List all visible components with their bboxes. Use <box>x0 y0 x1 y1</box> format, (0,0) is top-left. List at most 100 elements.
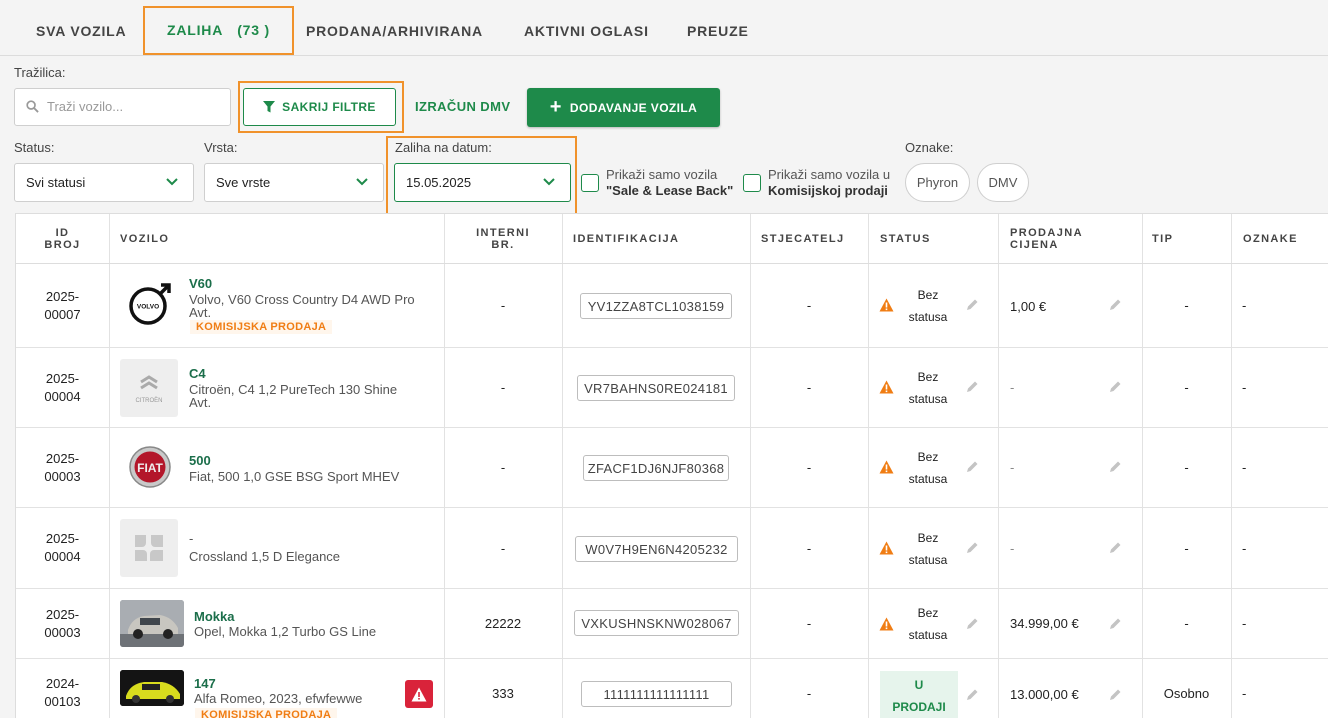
vehicle-title-link[interactable]: C4 <box>189 366 206 381</box>
sale-price: 34.999,00 € <box>1010 616 1079 631</box>
col-tags[interactable]: OZNAKE <box>1243 214 1328 264</box>
tab-takeovers[interactable]: PREUZE <box>687 8 749 54</box>
edit-pencil-icon[interactable] <box>965 541 979 555</box>
internal-number: 22222 <box>484 616 522 631</box>
col-acquirer[interactable]: STJECATELJ <box>761 214 861 264</box>
add-vehicle-label: DODAVANJE VOZILA <box>569 100 698 115</box>
vehicle-title-link[interactable]: - <box>189 531 193 546</box>
table-row[interactable]: 2025- 00004 - Crossland 1,5 D Elegance - … <box>16 508 1328 589</box>
edit-pencil-icon[interactable] <box>1108 541 1122 555</box>
col-id[interactable]: ID BROJ <box>16 214 109 264</box>
vehicle-photo <box>120 600 184 647</box>
vehicle-title-link[interactable]: V60 <box>189 276 212 291</box>
warning-icon <box>879 617 894 631</box>
vin-field[interactable]: 1111111111111111 <box>581 681 732 707</box>
dmv-calc-link[interactable]: IZRAČUN DMV <box>415 99 510 114</box>
vehicle-tags: - <box>1242 460 1247 475</box>
edit-pencil-icon[interactable] <box>965 298 979 312</box>
status-select[interactable]: Svi statusi <box>14 163 194 202</box>
tab-sold-archived[interactable]: PRODANA/ARHIVIRANA <box>306 8 483 54</box>
vin-field[interactable]: YV1ZZA8TCL1038159 <box>580 293 732 319</box>
col-status[interactable]: STATUS <box>880 214 990 264</box>
volvo-logo-icon: VOLVO <box>122 276 178 332</box>
alert-warning-icon[interactable] <box>405 680 433 708</box>
row-id: 2025- 00007 <box>44 288 81 322</box>
search-icon <box>26 100 39 113</box>
vehicle-title-link[interactable]: 500 <box>189 453 211 468</box>
sale-lease-label: Prikaži samo vozila "Sale & Lease Back" <box>606 167 734 198</box>
vin-field[interactable]: VR7BAHNS0RE024181 <box>577 375 735 401</box>
warning-icon <box>879 380 894 394</box>
acquirer: - <box>806 540 812 556</box>
edit-pencil-icon[interactable] <box>965 617 979 631</box>
status-text: Bez statusa <box>908 531 948 567</box>
vin-field[interactable]: VXKUSHNSKNW028067 <box>574 610 739 636</box>
tag-phyron-button[interactable]: Phyron <box>905 163 970 202</box>
tab-active-ads[interactable]: AKTIVNI OGLASI <box>524 8 649 54</box>
edit-pencil-icon[interactable] <box>1108 298 1122 312</box>
type-select-value: Sve vrste <box>216 175 271 190</box>
acquirer: - <box>806 298 812 313</box>
tag-dmv-button[interactable]: DMV <box>977 163 1029 202</box>
sale-price: 1,00 € <box>1010 299 1047 314</box>
table-row[interactable]: 2024- 00103 147 Alfa Romeo, 2023, efwfeww… <box>16 659 1328 718</box>
acquirer: - <box>806 460 812 475</box>
vehicle-title-link[interactable]: 147 <box>194 676 216 691</box>
sale-lease-checkbox[interactable] <box>581 174 599 192</box>
edit-pencil-icon[interactable] <box>1108 380 1122 394</box>
search-placeholder: Traži vozilo... <box>47 99 124 114</box>
status-badge: U PRODAJI <box>880 671 958 718</box>
sale-price: - <box>1010 460 1015 475</box>
hide-filters-button[interactable]: SAKRIJ FILTRE <box>243 88 396 126</box>
svg-text:VOLVO: VOLVO <box>137 304 159 311</box>
chevron-down-icon <box>543 178 555 186</box>
date-label: Zaliha na datum: <box>395 140 492 155</box>
type-label: Vrsta: <box>204 140 238 155</box>
internal-number: - <box>500 298 506 313</box>
vehicle-title-link[interactable]: Mokka <box>194 609 234 624</box>
row-id: 2025- 00003 <box>44 450 81 484</box>
type-select[interactable]: Sve vrste <box>204 163 384 202</box>
stock-date-select[interactable]: 15.05.2025 <box>394 163 571 202</box>
chevron-down-icon <box>356 178 368 186</box>
vehicle-tags: - <box>1242 540 1247 556</box>
internal-number: - <box>500 540 506 556</box>
col-internal[interactable]: INTERNI BR. <box>444 214 562 264</box>
edit-pencil-icon[interactable] <box>965 380 979 394</box>
tab-stock[interactable]: ZALIHA (73 ) <box>143 6 294 55</box>
vin-field[interactable]: W0V7H9EN6N4205232 <box>575 536 738 562</box>
acquirer: - <box>806 685 812 701</box>
internal-number: 333 <box>492 685 514 701</box>
col-price[interactable]: PRODAJNA CIJENA <box>1010 214 1140 264</box>
warning-icon <box>879 298 894 312</box>
table-row[interactable]: 2025- 00007 VOLVO V60 Volvo, V60 Cross Co… <box>16 264 1328 348</box>
edit-pencil-icon[interactable] <box>1108 617 1122 631</box>
sale-price: 13.000,00 € <box>1010 687 1079 702</box>
edit-pencil-icon[interactable] <box>965 460 979 474</box>
commission-label: Prikaži samo vozila u Komisijskoj prodaji <box>768 167 891 198</box>
table-row[interactable]: 2025- 00004 CITROËN C4 Citroën, C4 1,2 Pu… <box>16 348 1328 428</box>
status-text: Bez statusa <box>908 288 948 324</box>
vin-field[interactable]: ZFACF1DJ6NJF80368 <box>583 455 729 481</box>
vehicle-description: Fiat, 500 1,0 GSE BSG Sport MHEV <box>189 469 400 484</box>
col-vehicle[interactable]: VOZILO <box>120 214 440 264</box>
vehicle-type: - <box>1184 540 1189 556</box>
table-row[interactable]: 2025- 00003 Mokka Opel, Mokka 1,2 Turbo G… <box>16 589 1328 659</box>
edit-pencil-icon[interactable] <box>1108 460 1122 474</box>
edit-pencil-icon[interactable] <box>1108 688 1122 702</box>
vehicle-type: - <box>1184 298 1189 313</box>
acquirer: - <box>806 380 812 395</box>
commission-checkbox[interactable] <box>743 174 761 192</box>
tab-all-vehicles[interactable]: SVA VOZILA <box>36 8 126 54</box>
add-vehicle-button[interactable]: + DODAVANJE VOZILA <box>527 88 720 127</box>
col-type[interactable]: TIP <box>1152 214 1232 264</box>
acquirer: - <box>806 616 812 631</box>
vehicle-description: Alfa Romeo, 2023, efwfewwe <box>194 691 363 706</box>
col-identification[interactable]: IDENTIFIKACIJA <box>573 214 743 264</box>
search-input[interactable]: Traži vozilo... <box>14 88 231 126</box>
vehicle-description: Crossland 1,5 D Elegance <box>189 549 341 564</box>
vehicle-type: Osobno <box>1163 685 1210 701</box>
vehicle-tags: - <box>1242 616 1247 631</box>
edit-pencil-icon[interactable] <box>965 688 979 702</box>
table-row[interactable]: 2025- 00003 FIAT 500 Fiat, 500 1,0 GSE BS… <box>16 428 1328 508</box>
